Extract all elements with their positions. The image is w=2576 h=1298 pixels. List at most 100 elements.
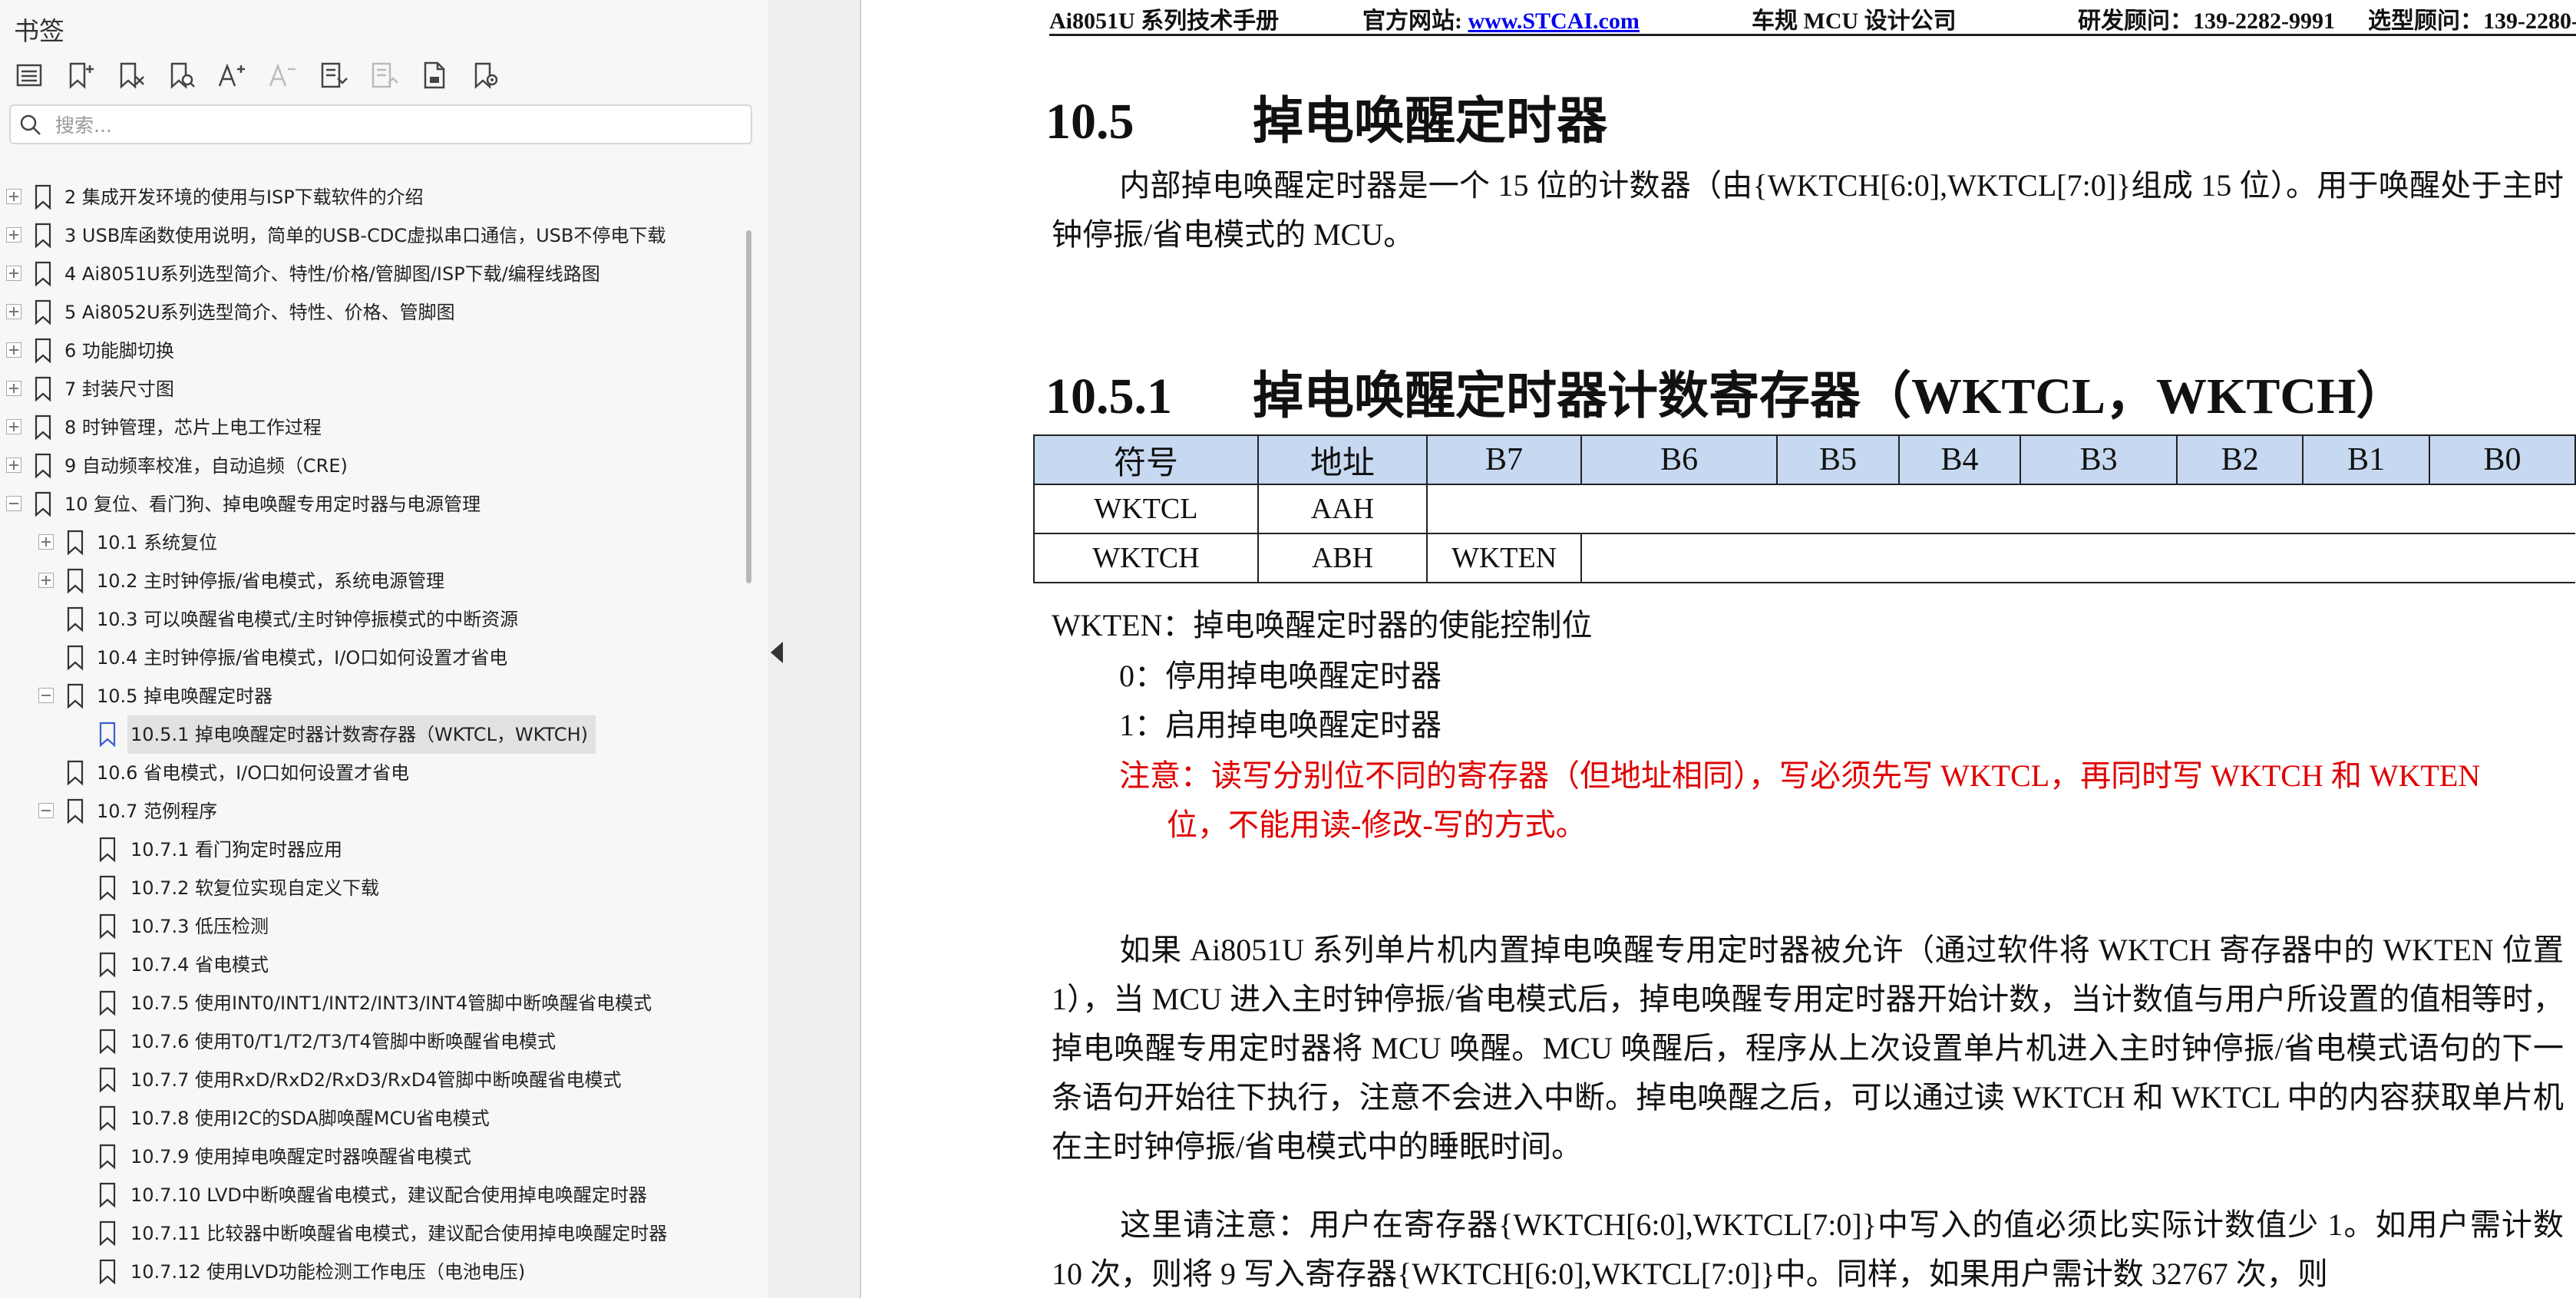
bookmark-item[interactable]: 10.7.6 使用T0/T1/T2/T3/T4管脚中断唤醒省电模式 bbox=[0, 1022, 745, 1061]
bookmark-icon bbox=[99, 1220, 116, 1247]
bookmark-label: 10.4 主时钟停振/省电模式，I/O口如何设置才省电 bbox=[97, 647, 508, 669]
bookmark-label: 10.7.5 使用INT0/INT1/INT2/INT3/INT4管脚中断唤醒省… bbox=[130, 992, 652, 1014]
subsection-heading: 10.5.1 掉电唤醒定时器计数寄存器（WKTCL，WKTCH） bbox=[1045, 368, 2407, 424]
bookmark-item[interactable]: 2 集成开发环境的使用与ISP下载软件的介绍 bbox=[0, 178, 745, 216]
bookmark-label: 4 Ai8051U系列选型简介、特性/价格/管脚图/ISP下载/编程线路图 bbox=[64, 263, 600, 285]
bookmark-label: 10.7.12 使用LVD功能检测工作电压（电池电压) bbox=[130, 1261, 526, 1283]
collapse-bookmark-icon[interactable] bbox=[364, 55, 404, 95]
bookmark-item[interactable]: 10.1 系统复位 bbox=[0, 523, 745, 562]
collapse-icon[interactable] bbox=[38, 803, 54, 818]
bookmark-item[interactable]: 6 功能脚切换 bbox=[0, 332, 745, 370]
bookmark-item[interactable]: 10.4 主时钟停振/省电模式，I/O口如何设置才省电 bbox=[0, 639, 745, 677]
bookmark-panel: 书签 搜索... 2 集成开发环境的使用与ISP下载软件的介绍 3 USB库函数… bbox=[0, 0, 768, 1298]
expand-icon[interactable] bbox=[38, 573, 54, 588]
bookmark-icon bbox=[35, 223, 51, 249]
bookmark-search[interactable] bbox=[9, 104, 752, 144]
collapse-icon[interactable] bbox=[6, 496, 21, 511]
bookmark-icon bbox=[99, 1105, 116, 1131]
bookmark-item[interactable]: 10.7.1 看门狗定时器应用 bbox=[0, 831, 745, 869]
bookmark-icon bbox=[67, 683, 84, 709]
bookmark-item[interactable]: 7 封装尺寸图 bbox=[0, 370, 745, 408]
expand-icon[interactable] bbox=[6, 457, 21, 473]
table-cell-address: ABH bbox=[1257, 533, 1428, 583]
expand-bookmark-icon[interactable] bbox=[313, 55, 353, 95]
manual-title: Ai8051U 系列技术手册 bbox=[1049, 8, 1280, 34]
expand-icon[interactable] bbox=[6, 419, 21, 434]
table-cell-address: AAH bbox=[1257, 484, 1428, 534]
document-page: Ai8051U 系列技术手册 官方网站: www.STCAI.com 车规 MC… bbox=[861, 0, 2576, 1298]
bookmark-item[interactable]: 10.7.8 使用I2C的SDA脚唤醒MCU省电模式 bbox=[0, 1099, 745, 1138]
delete-bookmark-icon[interactable] bbox=[111, 55, 150, 95]
bookmark-item[interactable]: 10 复位、看门狗、掉电唤醒专用定时器与电源管理 bbox=[0, 485, 745, 523]
bookmark-label: 10.2 主时钟停振/省电模式，系统电源管理 bbox=[97, 570, 445, 592]
bookmark-item[interactable]: 10.7.4 省电模式 bbox=[0, 946, 745, 984]
bookmark-item[interactable]: 10.7 范例程序 bbox=[0, 792, 745, 831]
add-bookmark-icon[interactable] bbox=[60, 55, 100, 95]
bookmark-label: 10.7.7 使用RxD/RxD2/RxD3/RxD4管脚中断唤醒省电模式 bbox=[130, 1069, 622, 1091]
bookmark-item[interactable]: 10.7.12 使用LVD功能检测工作电压（电池电压) bbox=[0, 1253, 745, 1291]
font-decrease-icon[interactable] bbox=[263, 55, 302, 95]
bookmark-icon bbox=[99, 1144, 116, 1170]
bookmark-item[interactable]: 10.7.5 使用INT0/INT1/INT2/INT3/INT4管脚中断唤醒省… bbox=[0, 984, 745, 1022]
bookmark-item[interactable]: 10.7.10 LVD中断唤醒省电模式，建议配合使用掉电唤醒定时器 bbox=[0, 1176, 745, 1214]
bookmark-item[interactable]: 10.7.2 软复位实现自定义下载 bbox=[0, 869, 745, 907]
option-1: 1：启用掉电唤醒定时器 bbox=[1119, 708, 1442, 742]
collapse-panel-icon[interactable] bbox=[771, 642, 783, 663]
bookmark-label: 10.7.10 LVD中断唤醒省电模式，建议配合使用掉电唤醒定时器 bbox=[130, 1184, 647, 1206]
table-header-cell: B4 bbox=[1897, 434, 2022, 485]
table-header-cell: B2 bbox=[2176, 434, 2304, 485]
bookmark-item[interactable]: 10.5.1 掉电唤醒定时器计数寄存器（WKTCL，WKTCH) bbox=[0, 715, 745, 754]
bookmark-item[interactable]: 10.7.9 使用掉电唤醒定时器唤醒省电模式 bbox=[0, 1138, 745, 1176]
search-input[interactable] bbox=[54, 109, 732, 141]
expand-icon[interactable] bbox=[38, 534, 54, 550]
bookmark-label: 10.5.1 掉电唤醒定时器计数寄存器（WKTCL，WKTCH) bbox=[127, 715, 596, 754]
table-header-cell: B3 bbox=[2020, 434, 2178, 485]
bookmark-item[interactable]: 8 时钟管理，芯片上电工作过程 bbox=[0, 408, 745, 447]
bookmark-label: 10.5 掉电唤醒定时器 bbox=[97, 685, 273, 707]
expand-icon[interactable] bbox=[6, 266, 21, 281]
bookmark-icon bbox=[99, 1067, 116, 1093]
bookmark-item[interactable]: 10.7.7 使用RxD/RxD2/RxD3/RxD4管脚中断唤醒省电模式 bbox=[0, 1061, 745, 1099]
register-table: 符号 地址 B7 B6 B5 B4 B3 B2 B1 B0 WKTCL AAH … bbox=[1033, 434, 2576, 583]
bookmark-item[interactable]: 3 USB库函数使用说明，简单的USB-CDC虚拟串口通信，USB不停电下载 bbox=[0, 216, 745, 255]
expand-icon[interactable] bbox=[6, 342, 21, 358]
bookmark-item[interactable]: 10.2 主时钟停振/省电模式，系统电源管理 bbox=[0, 562, 745, 600]
company-tagline: 车规 MCU 设计公司 bbox=[1752, 8, 1957, 34]
bookmark-item[interactable]: 10.3 可以唤醒省电模式/主时钟停振模式的中断资源 bbox=[0, 600, 745, 639]
bookmark-item[interactable]: 4 Ai8051U系列选型简介、特性/价格/管脚图/ISP下载/编程线路图 bbox=[0, 255, 745, 293]
bookmark-item[interactable]: 10.6 省电模式，I/O口如何设置才省电 bbox=[0, 754, 745, 792]
bookmark-item[interactable]: 10.7.11 比较器中断唤醒省电模式，建议配合使用掉电唤醒定时器 bbox=[0, 1214, 745, 1253]
outline-list-icon[interactable] bbox=[9, 55, 49, 95]
find-bookmark-icon[interactable] bbox=[161, 55, 201, 95]
bookmark-icon bbox=[99, 913, 116, 940]
expand-icon[interactable] bbox=[6, 304, 21, 319]
bookmark-icon bbox=[35, 415, 51, 441]
bookmark-label: 9 自动频率校准，自动追频（CRE) bbox=[64, 455, 348, 477]
bookmark-icon bbox=[67, 760, 84, 786]
bookmark-icon bbox=[99, 1182, 116, 1208]
bookmark-settings-icon[interactable] bbox=[465, 55, 505, 95]
bookmark-label: 10.7.4 省电模式 bbox=[130, 954, 269, 976]
bookmark-label: 8 时钟管理，芯片上电工作过程 bbox=[64, 417, 322, 438]
export-bookmark-icon[interactable] bbox=[414, 55, 454, 95]
table-cell-bits bbox=[1580, 533, 2575, 583]
tree-scrollbar[interactable] bbox=[746, 230, 751, 583]
bookmark-item[interactable]: 5 Ai8052U系列选型简介、特性、价格、管脚图 bbox=[0, 293, 745, 332]
table-cell-symbol: WKTCH bbox=[1033, 533, 1259, 583]
bookmark-item[interactable]: 10.7.3 低压检测 bbox=[0, 907, 745, 946]
bookmark-label: 10.7 范例程序 bbox=[97, 801, 218, 822]
bookmark-icon bbox=[67, 530, 84, 556]
expand-icon[interactable] bbox=[6, 381, 21, 396]
bookmark-label: 10.7.9 使用掉电唤醒定时器唤醒省电模式 bbox=[130, 1146, 471, 1168]
collapse-icon[interactable] bbox=[38, 688, 54, 703]
body-paragraph: 如果 Ai8051U 系列单片机内置掉电唤醒专用定时器被允许（通过软件将 WKT… bbox=[1052, 933, 2564, 1164]
intro-paragraph: 内部掉电唤醒定时器是一个 15 位的计数器（由{WKTCH[6:0],WKTCL… bbox=[1052, 168, 2564, 252]
font-increase-icon[interactable] bbox=[212, 55, 252, 95]
expand-icon[interactable] bbox=[6, 227, 21, 243]
panel-title: 书签 bbox=[14, 16, 64, 46]
bookmark-item[interactable]: 10.5 掉电唤醒定时器 bbox=[0, 677, 745, 715]
expand-icon[interactable] bbox=[6, 189, 21, 204]
bookmark-item[interactable]: 9 自动频率校准，自动追频（CRE) bbox=[0, 447, 745, 485]
bookmark-icon bbox=[35, 299, 51, 325]
website-link[interactable]: www.STCAI.com bbox=[1468, 8, 1640, 34]
